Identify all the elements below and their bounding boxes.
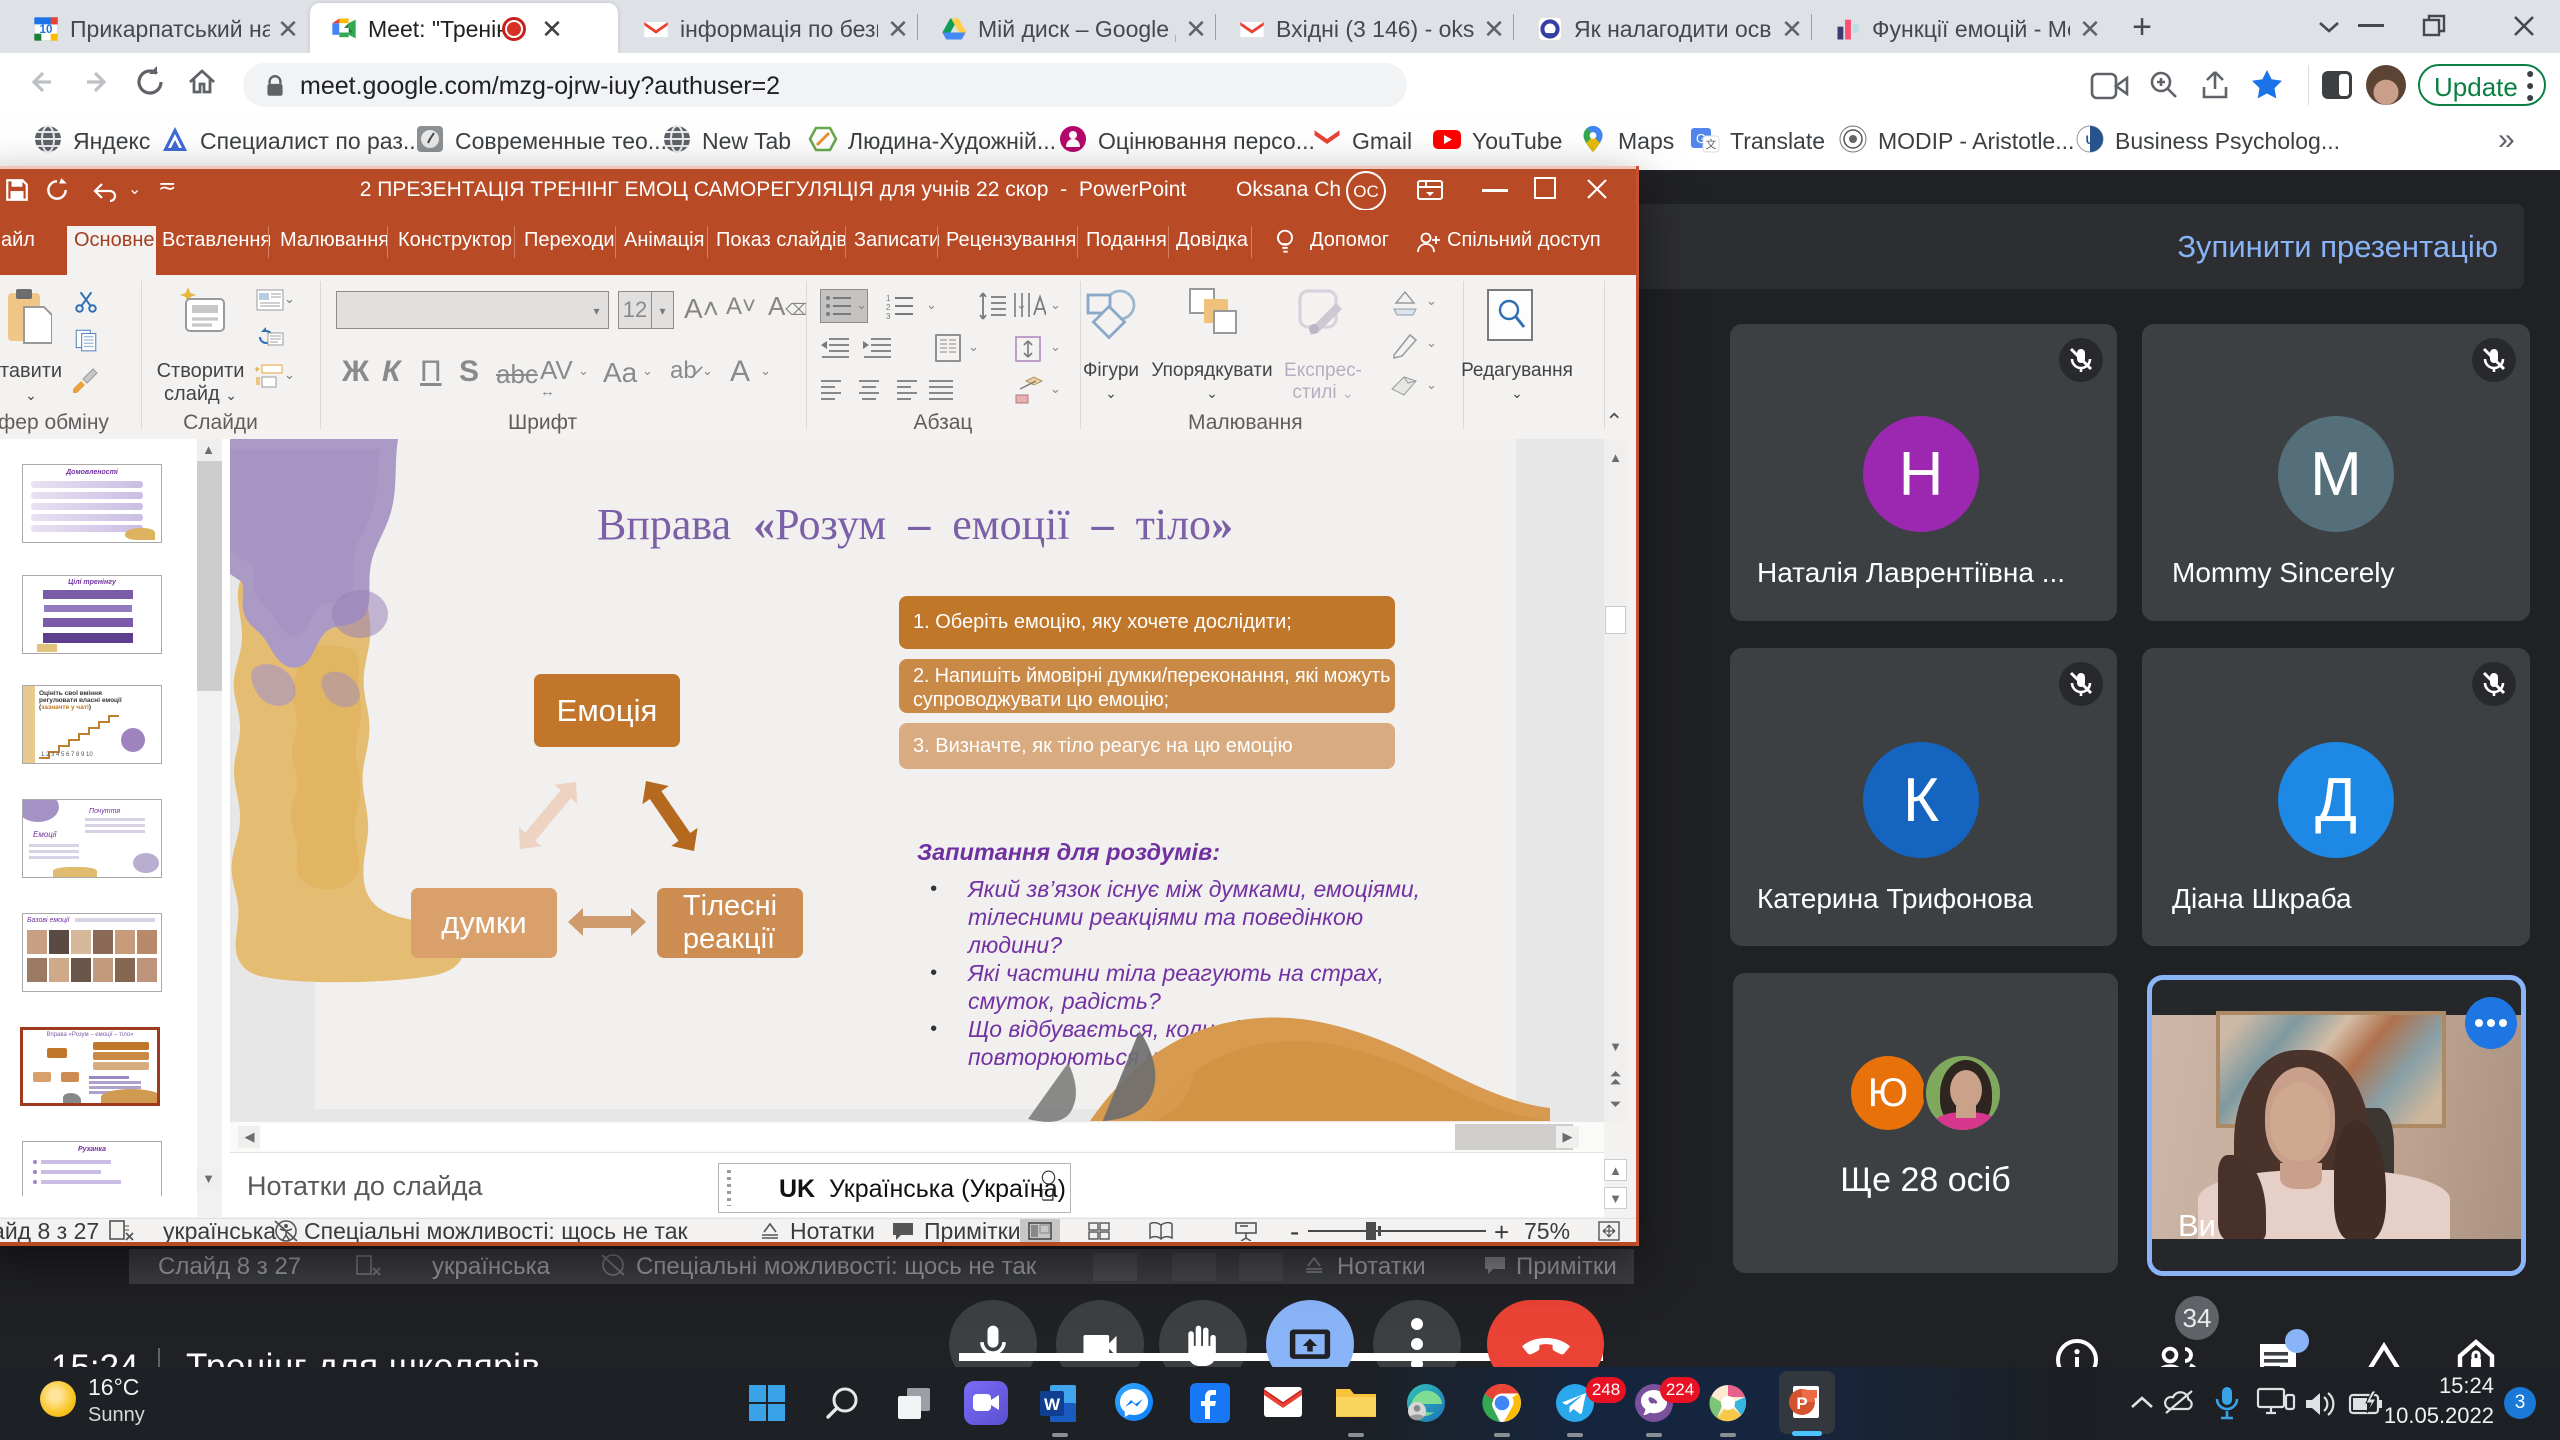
svg-text:P: P [1796, 1394, 1807, 1413]
svg-text:10: 10 [40, 23, 53, 36]
svg-text:W: W [1044, 1395, 1061, 1414]
svg-text:2: 2 [886, 303, 891, 312]
svg-text:1 2 3 4 5 6 7 8 9 10: 1 2 3 4 5 6 7 8 9 10 [41, 752, 93, 758]
svg-text:1: 1 [886, 294, 891, 303]
svg-text:文: 文 [1706, 137, 1717, 151]
svg-text:3: 3 [886, 312, 891, 319]
svg-text:U: U [2086, 133, 2095, 147]
